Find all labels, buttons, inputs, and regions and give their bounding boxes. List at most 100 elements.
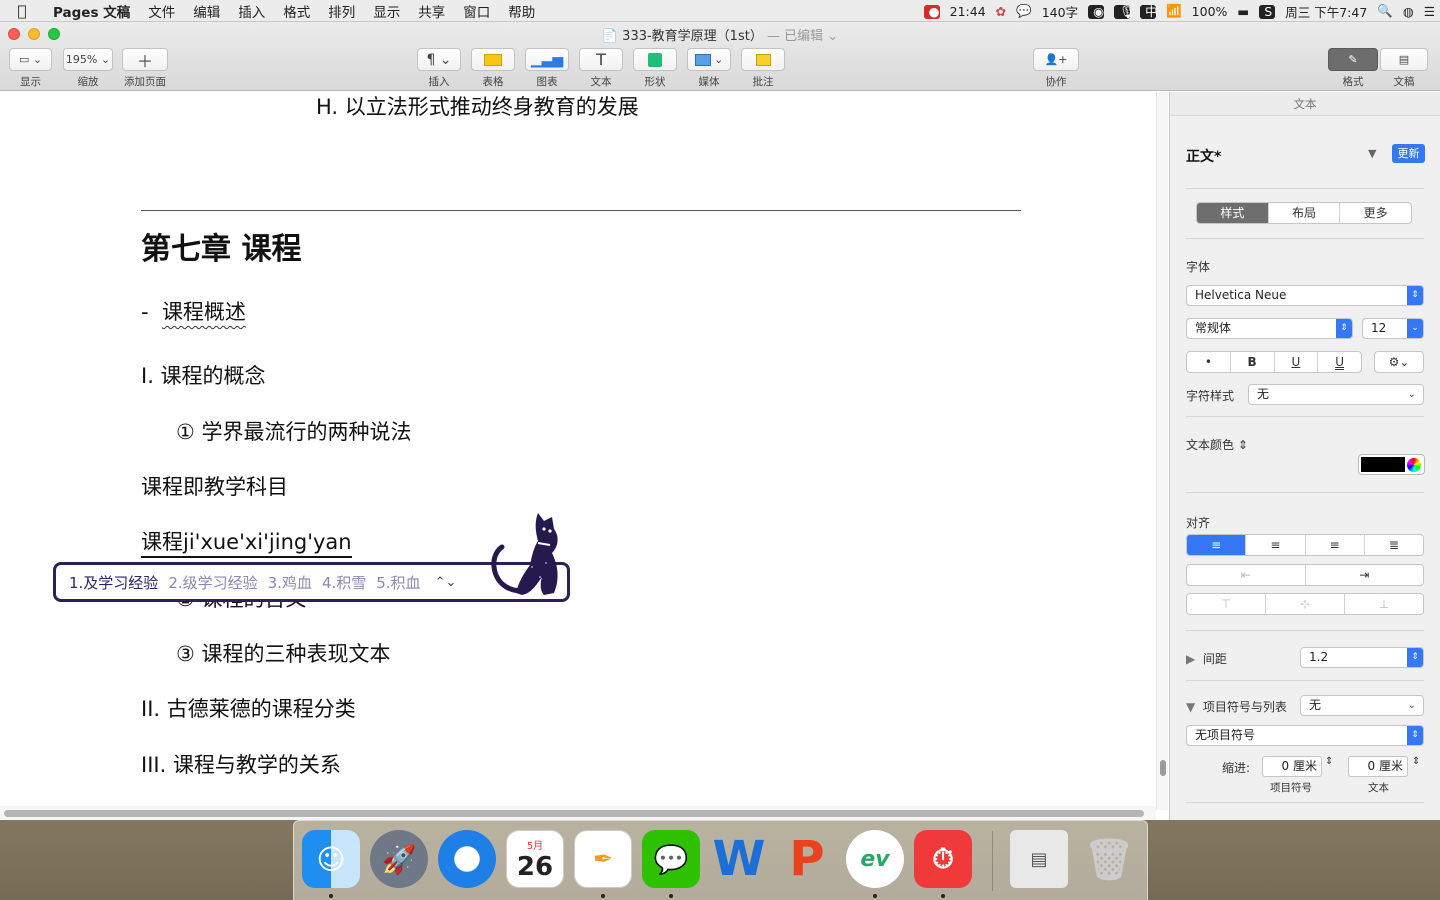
- date-time[interactable]: 周三 下午7:47: [1280, 2, 1372, 21]
- input-method-icon[interactable]: 中: [1135, 4, 1161, 19]
- chart-tool[interactable]: ▁▃▅ 图表: [525, 48, 569, 89]
- document-tool[interactable]: ▤ 文稿: [1380, 48, 1428, 89]
- downloads-stack-icon[interactable]: ▤: [1010, 830, 1068, 888]
- ev-recorder-icon[interactable]: ev: [846, 830, 904, 888]
- chapter-title[interactable]: 第七章 课程: [141, 224, 301, 268]
- ime-candidate-2[interactable]: 2.级学习经验: [168, 572, 257, 593]
- zoom-tool[interactable]: 195% ⌄ 缩放: [63, 48, 113, 89]
- ime-page-arrows-icon[interactable]: ⌃⌄: [435, 575, 457, 590]
- paragraph-composing[interactable]: 课程ji'xue'xi'jing'yan: [141, 526, 352, 558]
- font-family-select[interactable]: Helvetica Neue ⇕: [1186, 285, 1424, 306]
- stepper-icon[interactable]: ⇕: [1412, 756, 1420, 767]
- sidebar-toggle-icon[interactable]: ▭ ⌄: [9, 48, 52, 71]
- style-dropdown-icon[interactable]: ▼: [1368, 147, 1376, 160]
- shape-icon[interactable]: [633, 48, 677, 71]
- font-size-field[interactable]: 12 ⌄: [1362, 318, 1424, 339]
- align-justify-icon[interactable]: ≣: [1365, 535, 1423, 555]
- tab-more[interactable]: 更多: [1340, 203, 1411, 223]
- align-top-icon[interactable]: ⊤: [1187, 594, 1266, 614]
- indent-bullet-field[interactable]: 0 厘米: [1262, 756, 1322, 777]
- tab-style[interactable]: 样式: [1197, 203, 1269, 223]
- horizontal-scrollbar[interactable]: [0, 806, 1156, 820]
- heading-line-h[interactable]: H. 以立法形式推动终身教育的发展: [316, 92, 639, 121]
- collaborate-icon[interactable]: 👤+: [1033, 48, 1079, 71]
- zoom-select[interactable]: 195% ⌄: [63, 48, 113, 71]
- subitem-two-views[interactable]: ① 学界最流行的两种说法: [176, 416, 412, 446]
- wps-writer-icon[interactable]: W: [710, 830, 768, 888]
- spacing-select[interactable]: 1.2 ⇕: [1300, 647, 1424, 668]
- menu-window[interactable]: 窗口: [454, 1, 499, 21]
- menu-insert[interactable]: 插入: [229, 1, 274, 21]
- menu-help[interactable]: 帮助: [499, 1, 544, 21]
- table-tool[interactable]: 表格: [471, 48, 515, 89]
- text-color-well[interactable]: [1358, 454, 1425, 475]
- item-concept[interactable]: I. 课程的概念: [141, 360, 266, 390]
- ime-candidate-4[interactable]: 4.积雪: [322, 572, 366, 593]
- text-color-label[interactable]: 文本颜色 ⇕: [1186, 436, 1248, 453]
- color-wheel-icon[interactable]: [1407, 458, 1421, 472]
- align-right-icon[interactable]: ≡: [1306, 535, 1365, 555]
- text-options-button[interactable]: ⚙⌄: [1374, 351, 1424, 373]
- paragraph-style-name[interactable]: 正文*: [1186, 146, 1221, 166]
- record-icon[interactable]: ◉: [1083, 4, 1109, 19]
- menu-view[interactable]: 显示: [364, 1, 409, 21]
- app-menu[interactable]: Pages 文稿: [44, 1, 139, 21]
- document-title[interactable]: 📄 333-教育学原理（1st） — 已编辑 ⌄: [0, 25, 1440, 44]
- battery-icon[interactable]: ▬: [1232, 4, 1254, 19]
- gear-icon[interactable]: ⚙⌄: [1375, 352, 1423, 372]
- bold-button[interactable]: B: [1231, 352, 1275, 372]
- menu-file[interactable]: 文件: [139, 1, 184, 21]
- item-relation[interactable]: III. 课程与教学的关系: [141, 749, 341, 779]
- item-goodlad[interactable]: II. 古德莱德的课程分类: [141, 693, 356, 723]
- menu-format[interactable]: 格式: [274, 1, 319, 21]
- text-box-icon[interactable]: T: [579, 48, 623, 71]
- view-tool[interactable]: ▭ ⌄ 显示: [9, 48, 52, 89]
- siri-icon[interactable]: ◍: [1398, 4, 1419, 19]
- bullets-row[interactable]: ▼ 项目符号与列表: [1186, 698, 1287, 715]
- bullets-select[interactable]: 无 ⌄: [1300, 695, 1424, 716]
- text-tool[interactable]: T 文本: [579, 48, 623, 89]
- document-icon[interactable]: ▤: [1380, 48, 1428, 71]
- stepper-icon[interactable]: ⇕: [1325, 756, 1333, 767]
- safari-icon[interactable]: [438, 830, 496, 888]
- align-left-icon[interactable]: ≡: [1187, 535, 1247, 555]
- menu-edit[interactable]: 编辑: [184, 1, 229, 21]
- ime-candidate-5[interactable]: 5.积血: [376, 572, 420, 593]
- media-tool[interactable]: ⌄ 媒体: [687, 48, 731, 89]
- bullet-button[interactable]: •: [1187, 352, 1231, 372]
- clock-widget[interactable]: 21:44: [945, 4, 991, 19]
- indent-text-field[interactable]: 0 厘米: [1348, 756, 1408, 777]
- wechat-icon[interactable]: 💬: [642, 830, 700, 888]
- wps-presentation-icon[interactable]: P: [778, 830, 836, 888]
- section-heading[interactable]: - 课程概述: [141, 296, 246, 326]
- chart-icon[interactable]: ▁▃▅: [525, 48, 569, 71]
- finder-icon[interactable]: ☺: [302, 830, 360, 888]
- update-style-button[interactable]: 更新: [1392, 144, 1425, 163]
- wechat-status-icon[interactable]: 💬: [1011, 3, 1037, 19]
- vertical-scroll-thumb[interactable]: [1160, 760, 1166, 776]
- pinwheel-icon[interactable]: ✿: [991, 4, 1011, 19]
- mic-icon[interactable]: 🎙: [1109, 4, 1135, 19]
- timer-app-icon[interactable]: ⏱: [914, 830, 972, 888]
- collaborate-tool[interactable]: 👤+ 协作: [1033, 48, 1079, 89]
- sogou-icon[interactable]: S: [1254, 4, 1280, 19]
- menu-arrange[interactable]: 排列: [319, 1, 364, 21]
- notification-center-icon[interactable]: ☰: [1419, 4, 1440, 19]
- shape-tool[interactable]: 形状: [633, 48, 677, 89]
- vertical-scrollbar[interactable]: [1156, 92, 1168, 810]
- menu-share[interactable]: 共享: [409, 1, 454, 21]
- underline-button[interactable]: U: [1275, 352, 1319, 372]
- bullet-type-select[interactable]: 无项目符号 ⇕: [1186, 725, 1424, 746]
- apple-menu-icon[interactable]: : [0, 2, 44, 20]
- align-center-icon[interactable]: ≡: [1246, 535, 1306, 555]
- align-bottom-icon[interactable]: ⊥: [1345, 594, 1423, 614]
- increase-indent-icon[interactable]: ⇥: [1306, 565, 1424, 585]
- decrease-indent-icon[interactable]: ⇤: [1187, 565, 1306, 585]
- add-page-tool[interactable]: ＋ 添加页面: [122, 48, 168, 89]
- table-icon[interactable]: [471, 48, 515, 71]
- horizontal-scroll-thumb[interactable]: [4, 810, 1144, 817]
- comment-tool[interactable]: 批注: [741, 48, 785, 89]
- spacing-row[interactable]: ▶ 间距: [1186, 650, 1227, 667]
- align-middle-icon[interactable]: ⊹: [1266, 594, 1345, 614]
- paragraph-icon[interactable]: ¶ ⌄: [417, 48, 461, 71]
